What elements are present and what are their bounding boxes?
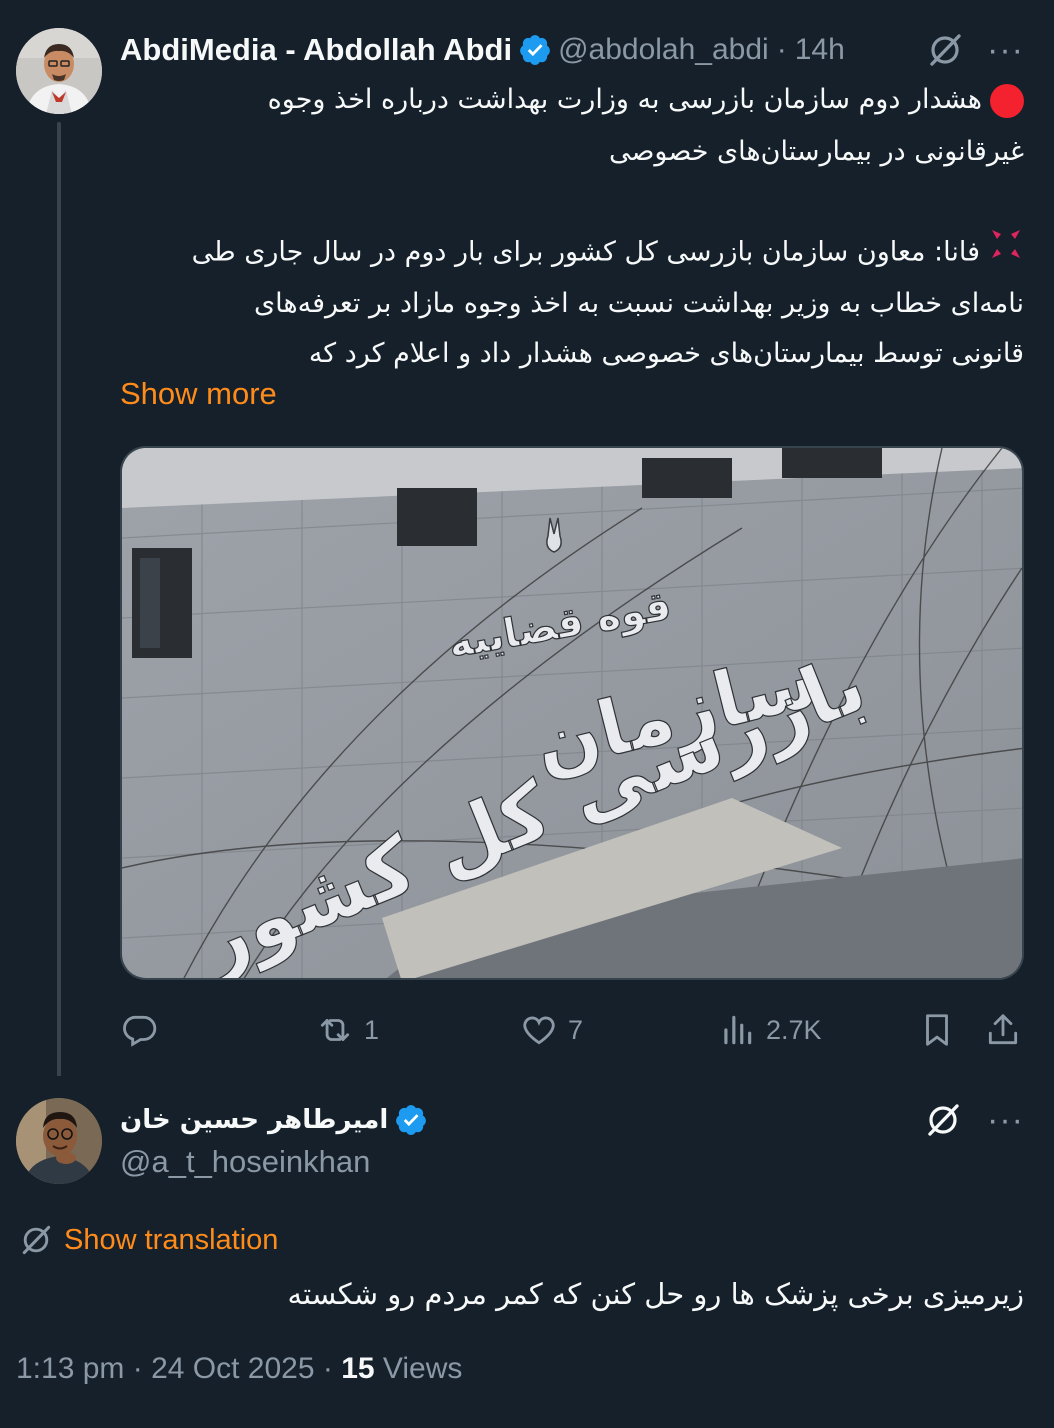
- reply-time[interactable]: 1:13 pm: [16, 1352, 124, 1385]
- thread-connector-line: [57, 122, 61, 1084]
- like-button[interactable]: 7: [520, 1004, 583, 1056]
- views-label: Views: [382, 1352, 463, 1385]
- reply-tweet[interactable]: امیرطاهر حسین خان @a_t_hoseinkhan ··· Sh…: [0, 1076, 1054, 1428]
- retweet-icon: [320, 1019, 350, 1041]
- like-count: 7: [568, 1014, 584, 1045]
- grok-icon[interactable]: [923, 1100, 963, 1140]
- main-tweet[interactable]: AbdiMedia - Abdollah Abdi @abdolah_abdi …: [0, 0, 1054, 1084]
- retweet-button[interactable]: 1: [316, 1004, 379, 1056]
- avatar-image: [16, 1098, 102, 1184]
- tweet-body-1: فانا: معاون سازمان بازرسی کل کشور برای ب…: [192, 226, 1024, 280]
- tweet-body-line-3: قانونی توسط بیمارستان‌های خصوصی هشدار دا…: [308, 338, 1024, 369]
- separator-dot: ·: [132, 1352, 152, 1385]
- tweet-text-headline: هشدار دوم سازمان بازرسی به وزارت بهداشت …: [268, 74, 1024, 126]
- timestamp[interactable]: 14h: [795, 33, 845, 67]
- tweet-line-2: غیرقانونی در بیمارستان‌های خصوصی: [608, 136, 1024, 167]
- handle[interactable]: @abdolah_abdi: [558, 33, 769, 67]
- red-circle-icon: [990, 83, 1024, 118]
- avatar[interactable]: [16, 1098, 102, 1184]
- verified-badge-icon: [394, 1103, 428, 1137]
- show-translation-link[interactable]: Show translation: [18, 1222, 278, 1258]
- tweet-body-line-2: نامه‌ای خطاب به وزیر بهداشت نسبت به اخذ …: [254, 288, 1024, 319]
- tweet-line-1: هشدار دوم سازمان بازرسی به وزارت بهداشت …: [267, 84, 982, 115]
- reply-icon: [123, 1015, 157, 1047]
- reply-meta: 1:13 pm · 24 Oct 2025 · 15 Views: [16, 1352, 462, 1386]
- share-button[interactable]: [984, 1004, 1022, 1056]
- handle[interactable]: @a_t_hoseinkhan: [120, 1144, 370, 1180]
- retweet-count: 1: [364, 1014, 380, 1045]
- avatar-image: [16, 28, 102, 114]
- verified-badge-icon: [518, 33, 552, 67]
- display-name[interactable]: AbdiMedia - Abdollah Abdi: [120, 32, 512, 68]
- bookmark-icon: [926, 1014, 948, 1046]
- grok-icon: [22, 1225, 51, 1255]
- building-photo: قوه قضاییه سازمان بازرسی کل کشور: [122, 448, 1022, 978]
- bookmark-button[interactable]: [918, 1004, 956, 1056]
- tweet-body-2: نامه‌ای خطاب به وزیر بهداشت نسبت به اخذ …: [254, 278, 1024, 330]
- heart-icon: [523, 1016, 555, 1045]
- anger-symbol-icon: [988, 226, 1024, 280]
- reply-header: امیرطاهر حسین خان: [120, 1100, 434, 1140]
- grok-icon[interactable]: [925, 30, 965, 70]
- separator-dot: ·: [776, 33, 787, 66]
- display-name[interactable]: امیرطاهر حسین خان: [120, 1105, 388, 1135]
- views-count: 15: [341, 1352, 375, 1385]
- tweet-media-image[interactable]: قوه قضاییه سازمان بازرسی کل کشور: [120, 446, 1024, 980]
- reply-date[interactable]: 24 Oct 2025: [151, 1352, 314, 1385]
- tweet-header: AbdiMedia - Abdollah Abdi @abdolah_abdi …: [120, 28, 845, 72]
- view-count: 2.7K: [766, 1014, 822, 1045]
- more-icon[interactable]: ···: [987, 33, 1024, 67]
- reply-text: زیرمیزی برخی پزشک ها رو حل کنن که کمر مر…: [287, 1277, 1024, 1311]
- show-more-link[interactable]: Show more: [120, 376, 277, 412]
- show-translation-label: Show translation: [64, 1223, 279, 1256]
- tweet-action-bar: 1 7 2.7K: [120, 1004, 1024, 1056]
- views-button[interactable]: 2.7K: [718, 1004, 822, 1056]
- reply-button[interactable]: [120, 1004, 168, 1056]
- reply-header-actions: ···: [923, 1100, 1024, 1140]
- more-icon[interactable]: ···: [987, 1103, 1024, 1137]
- share-icon: [988, 1014, 1018, 1045]
- tweet-text-headline-2: غیرقانونی در بیمارستان‌های خصوصی: [609, 126, 1024, 178]
- views-icon: [724, 1015, 752, 1045]
- tweet-body-3: قانونی توسط بیمارستان‌های خصوصی هشدار دا…: [309, 328, 1024, 380]
- tweet-body-line-1: فانا: معاون سازمان بازرسی کل کشور برای ب…: [191, 236, 980, 268]
- separator-dot: ·: [322, 1352, 342, 1385]
- avatar[interactable]: [16, 28, 102, 114]
- tweet-header-actions: ···: [925, 30, 1024, 70]
